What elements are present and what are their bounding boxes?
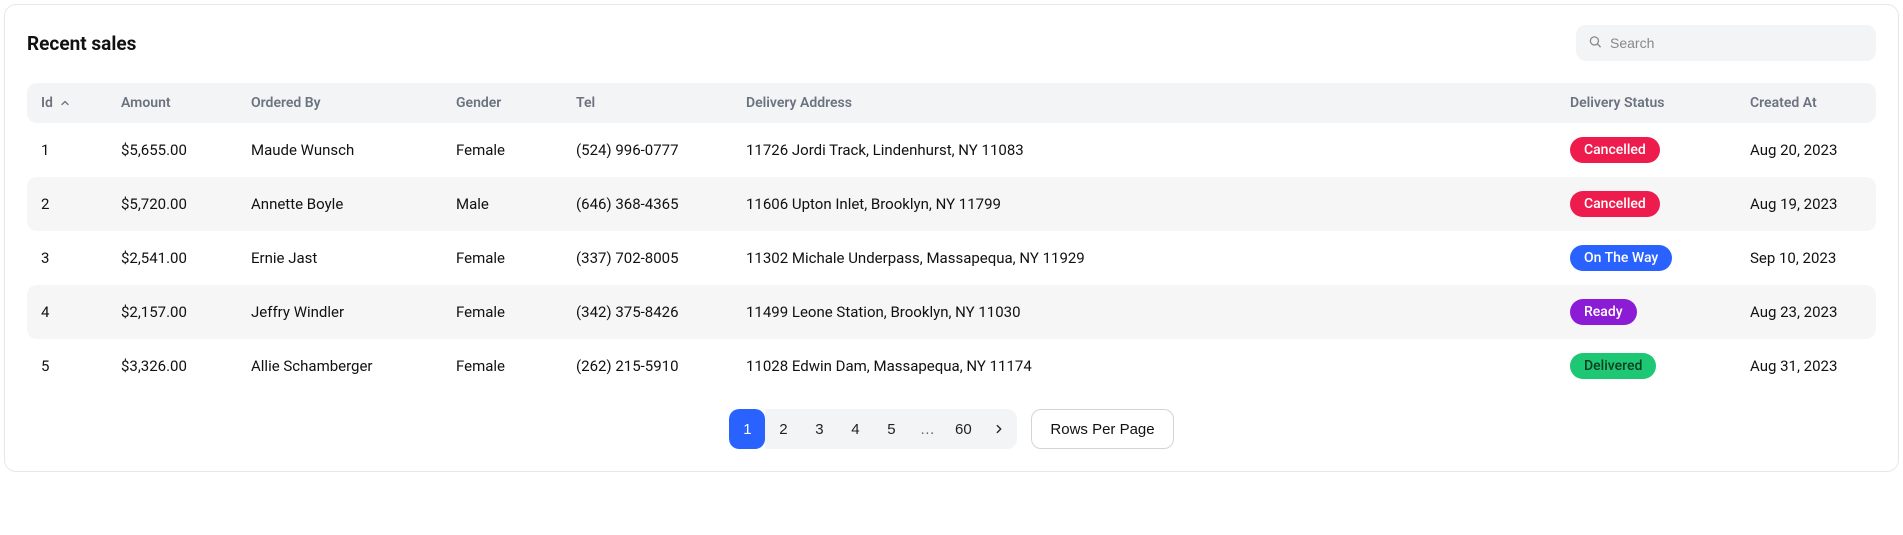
cell-tel: (262) 215-5910 — [562, 339, 732, 393]
table-row: 1$5,655.00Maude WunschFemale(524) 996-07… — [27, 123, 1876, 177]
pagination-row: 12345…60 Rows Per Page — [27, 409, 1876, 449]
table-row: 4$2,157.00Jeffry WindlerFemale(342) 375-… — [27, 285, 1876, 339]
cell-status: On The Way — [1556, 231, 1736, 285]
status-badge: Cancelled — [1570, 137, 1660, 163]
card-header: Recent sales — [27, 25, 1876, 61]
column-label: Amount — [121, 95, 171, 111]
cell-id: 1 — [27, 123, 107, 177]
sort-asc-icon — [59, 97, 71, 109]
cell-ordered-by: Annette Boyle — [237, 177, 442, 231]
search-icon — [1588, 34, 1602, 53]
cell-address: 11302 Michale Underpass, Massapequa, NY … — [732, 231, 1556, 285]
table-row: 2$5,720.00Annette BoyleMale(646) 368-436… — [27, 177, 1876, 231]
cell-created: Aug 20, 2023 — [1736, 123, 1876, 177]
status-badge: On The Way — [1570, 245, 1672, 271]
cell-address: 11606 Upton Inlet, Brooklyn, NY 11799 — [732, 177, 1556, 231]
cell-created: Aug 19, 2023 — [1736, 177, 1876, 231]
cell-tel: (342) 375-8426 — [562, 285, 732, 339]
recent-sales-card: Recent sales Id — [4, 4, 1899, 472]
column-header-gender[interactable]: Gender — [442, 83, 562, 123]
card-title: Recent sales — [27, 32, 136, 55]
cell-created: Aug 31, 2023 — [1736, 339, 1876, 393]
cell-tel: (337) 702-8005 — [562, 231, 732, 285]
search-wrapper — [1576, 25, 1876, 61]
table-header-row: Id Amount Ordered By Gender Tel Delivery… — [27, 83, 1876, 123]
column-label: Ordered By — [251, 95, 321, 111]
pager-page-5[interactable]: 5 — [873, 409, 909, 449]
pager-page-last[interactable]: 60 — [945, 409, 981, 449]
cell-address: 11499 Leone Station, Brooklyn, NY 11030 — [732, 285, 1556, 339]
cell-status: Ready — [1556, 285, 1736, 339]
status-badge: Ready — [1570, 299, 1637, 325]
pager-ellipsis: … — [909, 409, 945, 449]
column-header-ordered-by[interactable]: Ordered By — [237, 83, 442, 123]
column-label: Id — [41, 95, 53, 111]
rows-per-page-button[interactable]: Rows Per Page — [1031, 409, 1173, 449]
cell-amount: $2,157.00 — [107, 285, 237, 339]
cell-created: Sep 10, 2023 — [1736, 231, 1876, 285]
cell-status: Cancelled — [1556, 123, 1736, 177]
cell-gender: Male — [442, 177, 562, 231]
column-label: Tel — [576, 95, 595, 111]
search-input[interactable] — [1576, 25, 1876, 61]
cell-ordered-by: Allie Schamberger — [237, 339, 442, 393]
column-header-id[interactable]: Id — [27, 83, 107, 123]
pager-next[interactable] — [981, 409, 1017, 449]
cell-id: 5 — [27, 339, 107, 393]
pager: 12345…60 — [729, 409, 1017, 449]
cell-amount: $2,541.00 — [107, 231, 237, 285]
column-label: Created At — [1750, 95, 1817, 111]
status-badge: Cancelled — [1570, 191, 1660, 217]
table-row: 3$2,541.00Ernie JastFemale(337) 702-8005… — [27, 231, 1876, 285]
cell-status: Cancelled — [1556, 177, 1736, 231]
cell-tel: (646) 368-4365 — [562, 177, 732, 231]
cell-amount: $5,720.00 — [107, 177, 237, 231]
cell-ordered-by: Jeffry Windler — [237, 285, 442, 339]
cell-gender: Female — [442, 339, 562, 393]
cell-id: 3 — [27, 231, 107, 285]
chevron-right-icon — [992, 422, 1006, 436]
cell-id: 4 — [27, 285, 107, 339]
cell-ordered-by: Maude Wunsch — [237, 123, 442, 177]
column-label: Delivery Status — [1570, 95, 1664, 111]
column-header-amount[interactable]: Amount — [107, 83, 237, 123]
cell-amount: $5,655.00 — [107, 123, 237, 177]
cell-address: 11028 Edwin Dam, Massapequa, NY 11174 — [732, 339, 1556, 393]
column-header-created[interactable]: Created At — [1736, 83, 1876, 123]
status-badge: Delivered — [1570, 353, 1656, 379]
column-label: Gender — [456, 95, 501, 111]
cell-amount: $3,326.00 — [107, 339, 237, 393]
cell-id: 2 — [27, 177, 107, 231]
sales-table: Id Amount Ordered By Gender Tel Delivery… — [27, 83, 1876, 393]
column-header-tel[interactable]: Tel — [562, 83, 732, 123]
pager-page-3[interactable]: 3 — [801, 409, 837, 449]
cell-created: Aug 23, 2023 — [1736, 285, 1876, 339]
column-header-address[interactable]: Delivery Address — [732, 83, 1556, 123]
cell-status: Delivered — [1556, 339, 1736, 393]
column-label: Delivery Address — [746, 95, 852, 111]
pager-page-4[interactable]: 4 — [837, 409, 873, 449]
table-row: 5$3,326.00Allie SchambergerFemale(262) 2… — [27, 339, 1876, 393]
cell-gender: Female — [442, 231, 562, 285]
cell-tel: (524) 996-0777 — [562, 123, 732, 177]
pager-page-2[interactable]: 2 — [765, 409, 801, 449]
cell-address: 11726 Jordi Track, Lindenhurst, NY 11083 — [732, 123, 1556, 177]
cell-ordered-by: Ernie Jast — [237, 231, 442, 285]
cell-gender: Female — [442, 123, 562, 177]
pager-page-1[interactable]: 1 — [729, 409, 765, 449]
cell-gender: Female — [442, 285, 562, 339]
table-wrapper: Id Amount Ordered By Gender Tel Delivery… — [27, 83, 1876, 393]
column-header-status[interactable]: Delivery Status — [1556, 83, 1736, 123]
